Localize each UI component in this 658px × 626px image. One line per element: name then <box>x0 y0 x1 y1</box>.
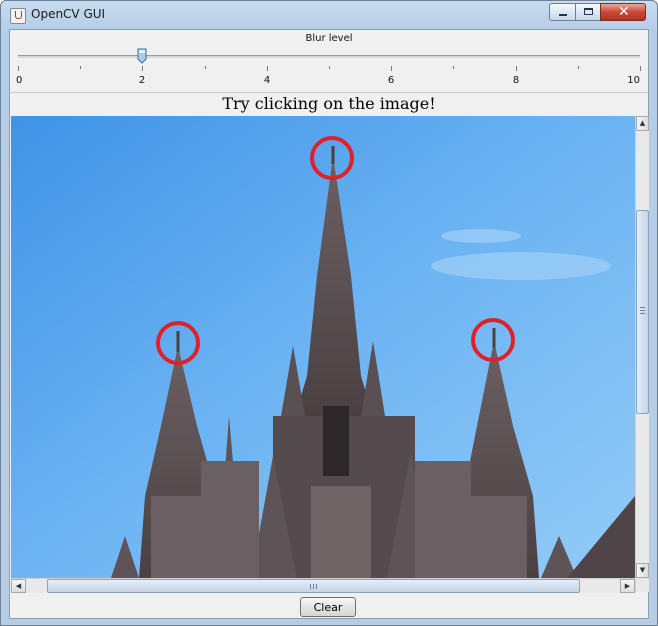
blur-slider-label: Blur level <box>305 33 353 44</box>
grip-line <box>310 584 311 589</box>
scroll-left-button[interactable]: ◀ <box>11 579 26 593</box>
slider-tick <box>142 66 143 71</box>
close-icon: ✕ <box>618 4 630 20</box>
button-panel: Clear <box>10 592 648 619</box>
horizontal-scroll-thumb[interactable] <box>47 579 580 593</box>
grip-line <box>640 307 645 308</box>
title-bar[interactable]: OpenCV GUI ✕ <box>1 1 657 29</box>
slider-tick-label: 8 <box>512 75 520 86</box>
slider-tick-label: 0 <box>16 75 23 86</box>
java-app-icon <box>10 8 26 24</box>
window-title: OpenCV GUI <box>31 7 106 21</box>
vertical-scroll-thumb[interactable] <box>636 210 649 414</box>
vertical-scrollbar[interactable]: ▲ ▼ <box>635 116 649 592</box>
horizontal-scrollbar[interactable]: ◀ ▶ <box>11 578 635 593</box>
scroll-down-button[interactable]: ▼ <box>636 563 649 578</box>
slider-tick-label: 6 <box>387 75 395 86</box>
content-pane: Blur level 0 2 4 6 8 10 Try clicking on the i… <box>9 29 649 619</box>
close-button[interactable]: ✕ <box>600 3 646 21</box>
scroll-right-button[interactable]: ▶ <box>620 579 635 593</box>
slider-tick <box>80 66 81 69</box>
maximize-button[interactable] <box>575 3 601 21</box>
image-canvas[interactable] <box>11 116 635 578</box>
grip-line <box>316 584 317 589</box>
app-window: OpenCV GUI ✕ Blur level 0 2 4 6 8 10 Try clic… <box>0 0 658 626</box>
scroll-up-button[interactable]: ▲ <box>636 116 649 131</box>
slider-tick <box>329 66 330 69</box>
grip-line <box>313 584 314 589</box>
minimize-button[interactable] <box>549 3 576 21</box>
slider-tick <box>267 66 268 71</box>
grip-line <box>640 313 645 314</box>
blur-slider-thumb[interactable] <box>137 48 147 64</box>
slider-tick <box>453 66 454 69</box>
slider-tick <box>578 66 579 69</box>
blur-slider-track[interactable] <box>18 55 640 58</box>
maximize-icon <box>584 8 593 15</box>
slider-tick <box>18 66 19 71</box>
clear-button[interactable]: Clear <box>300 597 356 617</box>
blur-slider-panel: Blur level 0 2 4 6 8 10 <box>10 30 648 93</box>
grip-line <box>640 310 645 311</box>
minimize-icon <box>559 14 567 16</box>
slider-tick <box>640 66 641 71</box>
slider-tick-label: 4 <box>263 75 271 86</box>
slider-tick <box>516 66 517 71</box>
slider-tick-label: 2 <box>138 75 146 86</box>
slider-tick-label: 10 <box>627 75 640 86</box>
slider-tick <box>205 66 206 69</box>
instruction-caption: Try clicking on the image! <box>222 94 436 113</box>
slider-tick <box>391 66 392 71</box>
